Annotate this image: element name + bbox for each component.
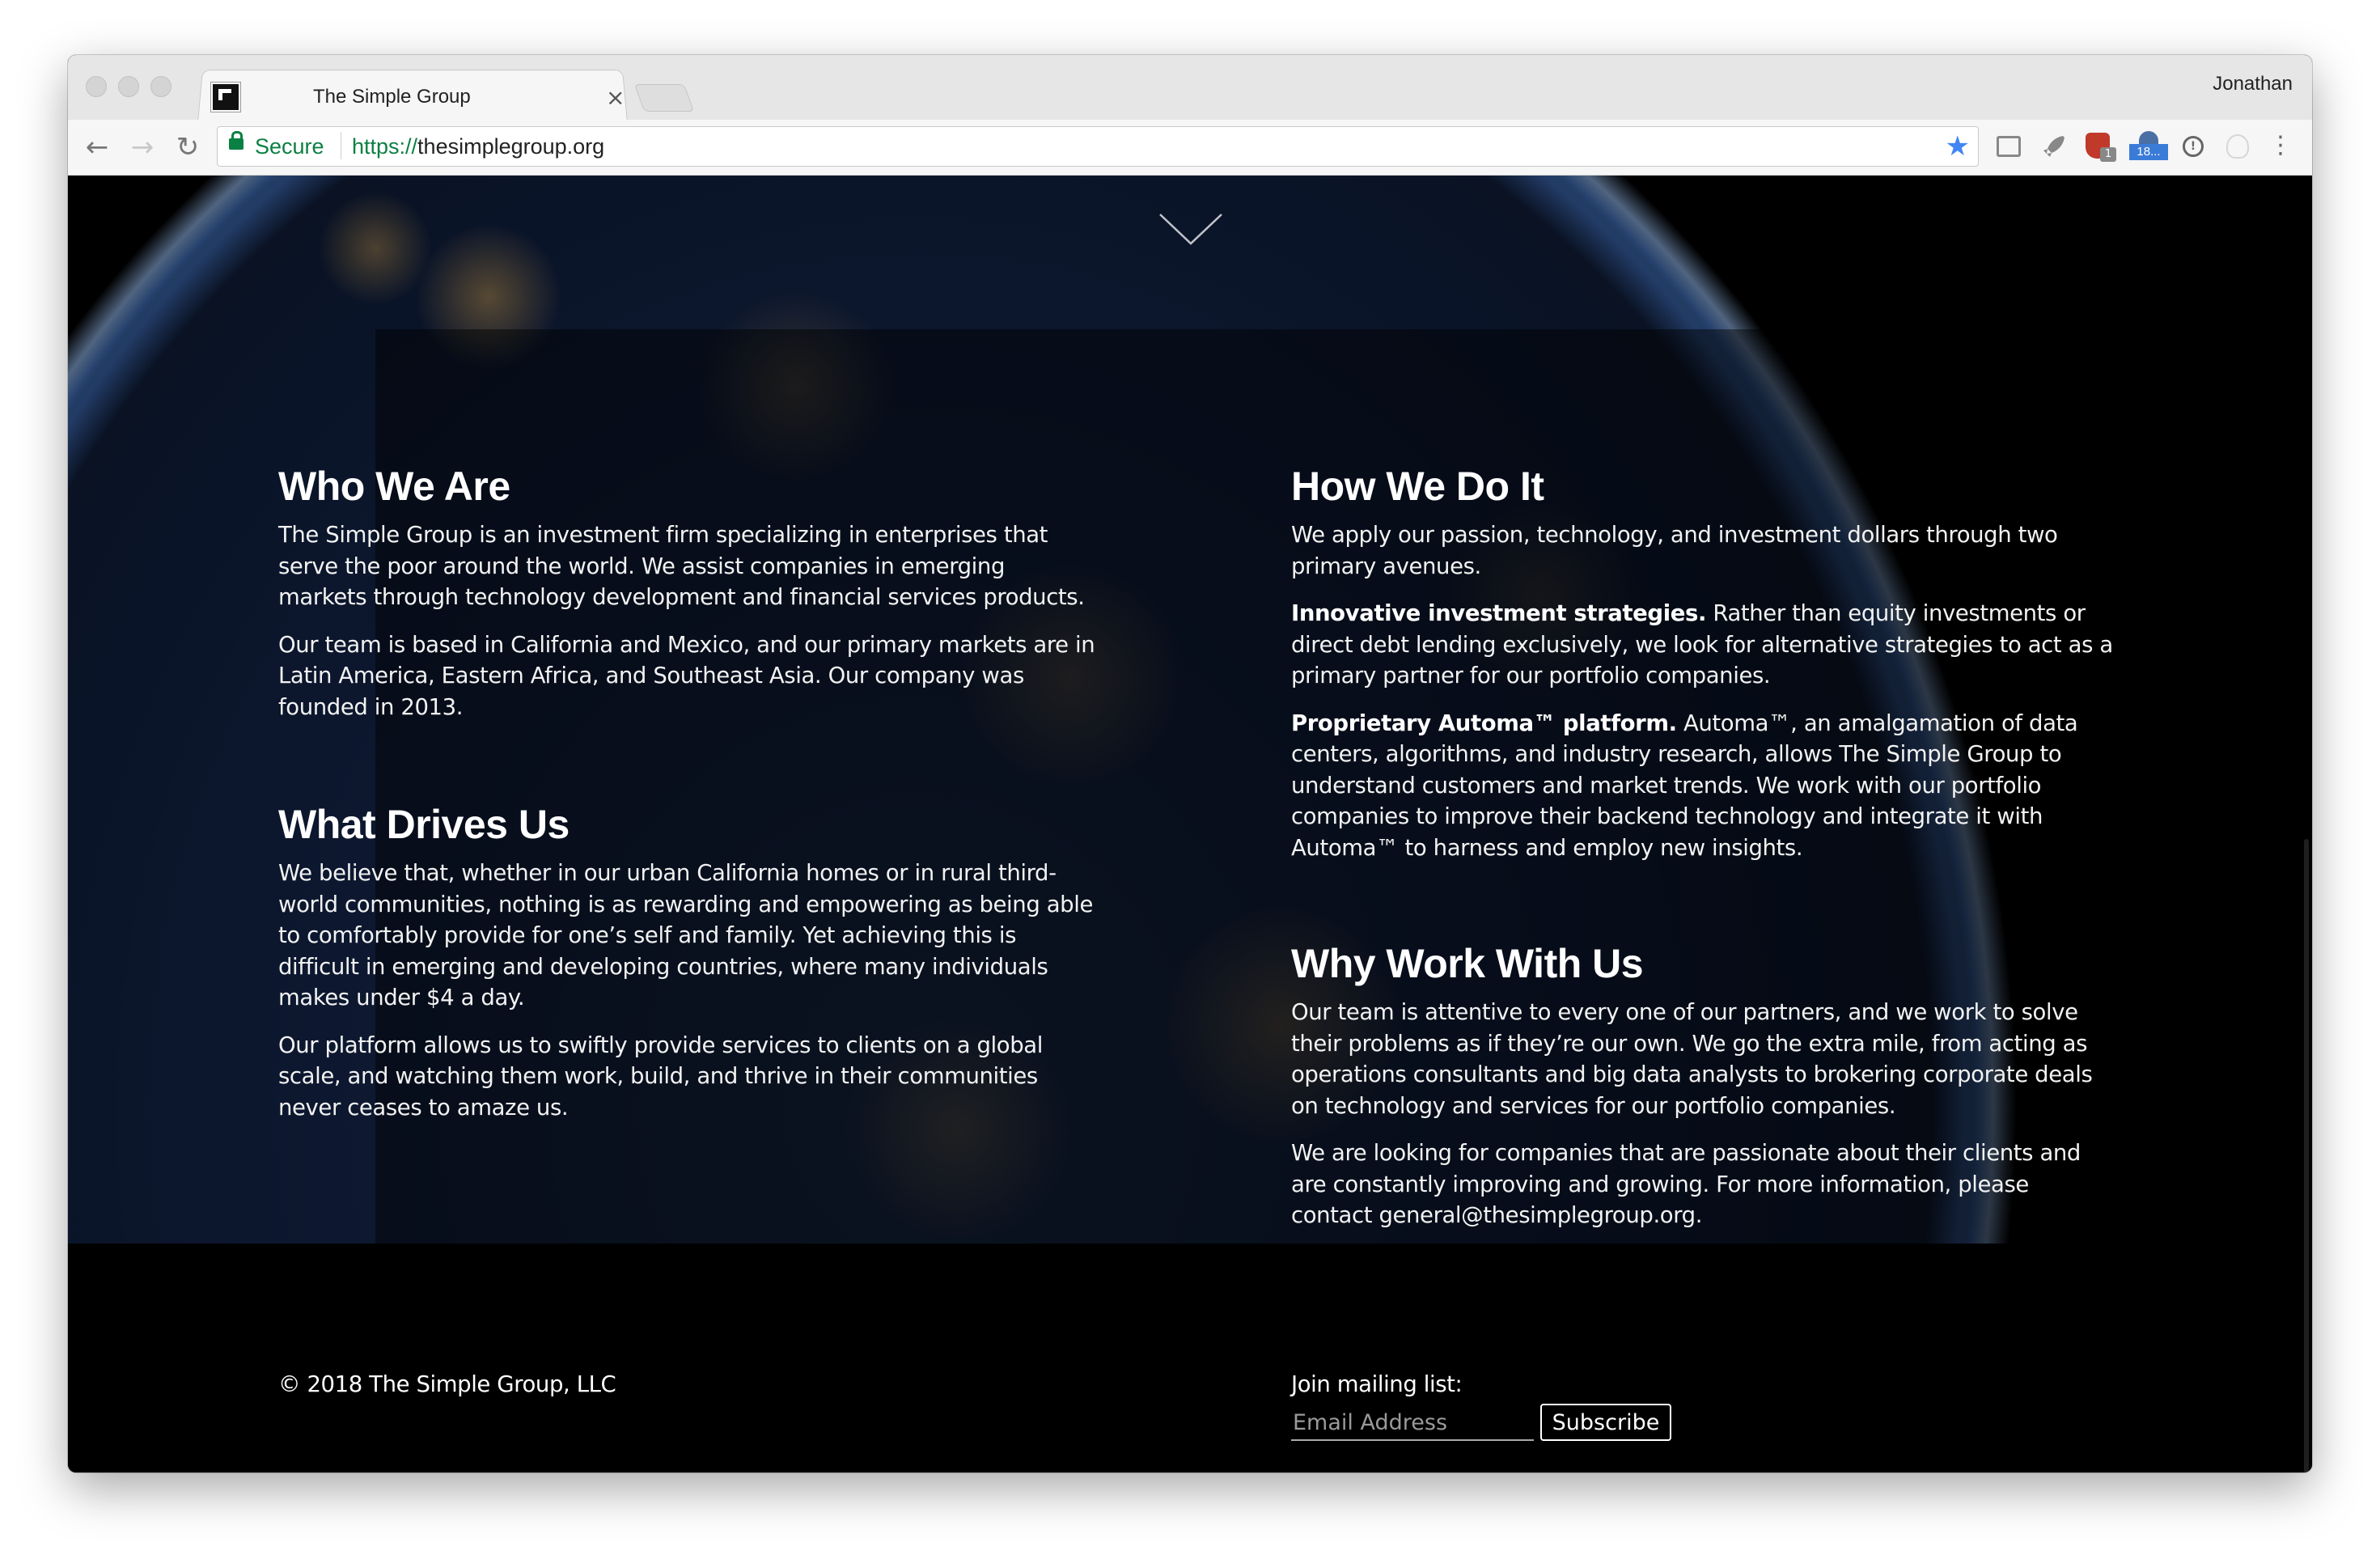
platform-lead: Proprietary Automa™ platform.: [1291, 710, 1677, 736]
section-heading: What Drives Us: [278, 802, 570, 847]
password-manager-icon[interactable]: !: [2183, 136, 2204, 157]
extension-badge-text: 18...: [2129, 144, 2168, 160]
mailing-list-label: Join mailing list:: [1291, 1371, 1463, 1397]
platform-item: Proprietary Automa™ platform. Automa™, a…: [1291, 708, 2116, 864]
active-tab-content[interactable]: The Simple Group ×: [210, 74, 630, 120]
paragraph: Our team is attentive to every one of ou…: [1291, 999, 2093, 1119]
section-who-we-are: Who We Are The Simple Group is an invest…: [278, 463, 1095, 739]
footer-copyright: © 2018 The Simple Group, LLC: [278, 1371, 616, 1397]
cast-icon[interactable]: [1997, 136, 2021, 157]
secure-label: Secure: [255, 134, 324, 159]
strategy-lead: Innovative investment strategies.: [1291, 600, 1706, 626]
section-heading: How We Do It: [1291, 464, 1544, 509]
url-host: thesimplegroup.org: [417, 134, 605, 159]
paragraph: We apply our passion, technology, and in…: [1291, 522, 2058, 579]
section-why-work-with-us: Why Work With Us Our team is attentive t…: [1291, 940, 2116, 1248]
forward-icon[interactable]: →: [125, 129, 160, 165]
lightbulb-extension-icon[interactable]: [2226, 134, 2249, 159]
bookmark-star-icon[interactable]: ★: [1946, 130, 1970, 163]
new-tab-button[interactable]: [633, 84, 695, 112]
page-content: Who We Are The Simple Group is an invest…: [68, 176, 2312, 1472]
strategy-item: Innovative investment strategies. Rather…: [1291, 598, 2116, 692]
browser-toolbar: ← → ↻ Secure https://thesimplegroup.org …: [68, 120, 2312, 176]
lock-icon: [229, 131, 244, 150]
reload-icon[interactable]: ↻: [170, 129, 205, 165]
favicon: [211, 83, 240, 112]
address-bar[interactable]: Secure https://thesimplegroup.org ★: [217, 126, 1979, 167]
url-text[interactable]: https://thesimplegroup.org: [352, 134, 604, 159]
paragraph: We believe that, whether in our urban Ca…: [278, 860, 1093, 1011]
paragraph: Our platform allows us to swiftly provid…: [278, 1032, 1043, 1121]
section-heading: Who We Are: [278, 464, 510, 509]
browser-window: The Simple Group × Jonathan ← → ↻ Secure…: [68, 55, 2312, 1472]
ublock-badge: 1: [2100, 147, 2116, 162]
paragraph: Our team is based in California and Mexi…: [278, 631, 1095, 720]
tab-strip: The Simple Group × Jonathan: [68, 55, 2312, 122]
paragraph: We are looking for companies that are pa…: [1291, 1140, 2081, 1228]
page-viewport: Who We Are The Simple Group is an invest…: [68, 176, 2312, 1472]
page-scrollbar[interactable]: [2304, 839, 2309, 1472]
rocket-extension-icon[interactable]: [2040, 133, 2068, 160]
tab-title: The Simple Group: [313, 86, 471, 108]
back-icon[interactable]: ←: [79, 129, 115, 165]
section-what-drives-us: What Drives Us We believe that, whether …: [278, 801, 1095, 1139]
url-scheme: https://: [352, 134, 418, 159]
profile-name[interactable]: Jonathan: [2213, 73, 2293, 95]
minimize-window-button[interactable]: [118, 76, 139, 97]
section-heading: Why Work With Us: [1291, 941, 1644, 986]
subscribe-button[interactable]: Subscribe: [1540, 1404, 1671, 1441]
zoom-window-button[interactable]: [150, 76, 172, 97]
extension-badge-icon[interactable]: 18...: [2129, 131, 2168, 160]
email-address-input[interactable]: [1291, 1405, 1534, 1441]
section-how-we-do-it: How We Do It We apply our passion, techn…: [1291, 463, 2116, 879]
close-window-button[interactable]: [86, 76, 107, 97]
browser-menu-icon[interactable]: ⋮: [2268, 131, 2293, 159]
tab-close-icon[interactable]: ×: [606, 84, 625, 111]
paragraph: The Simple Group is an investment firm s…: [278, 522, 1085, 610]
